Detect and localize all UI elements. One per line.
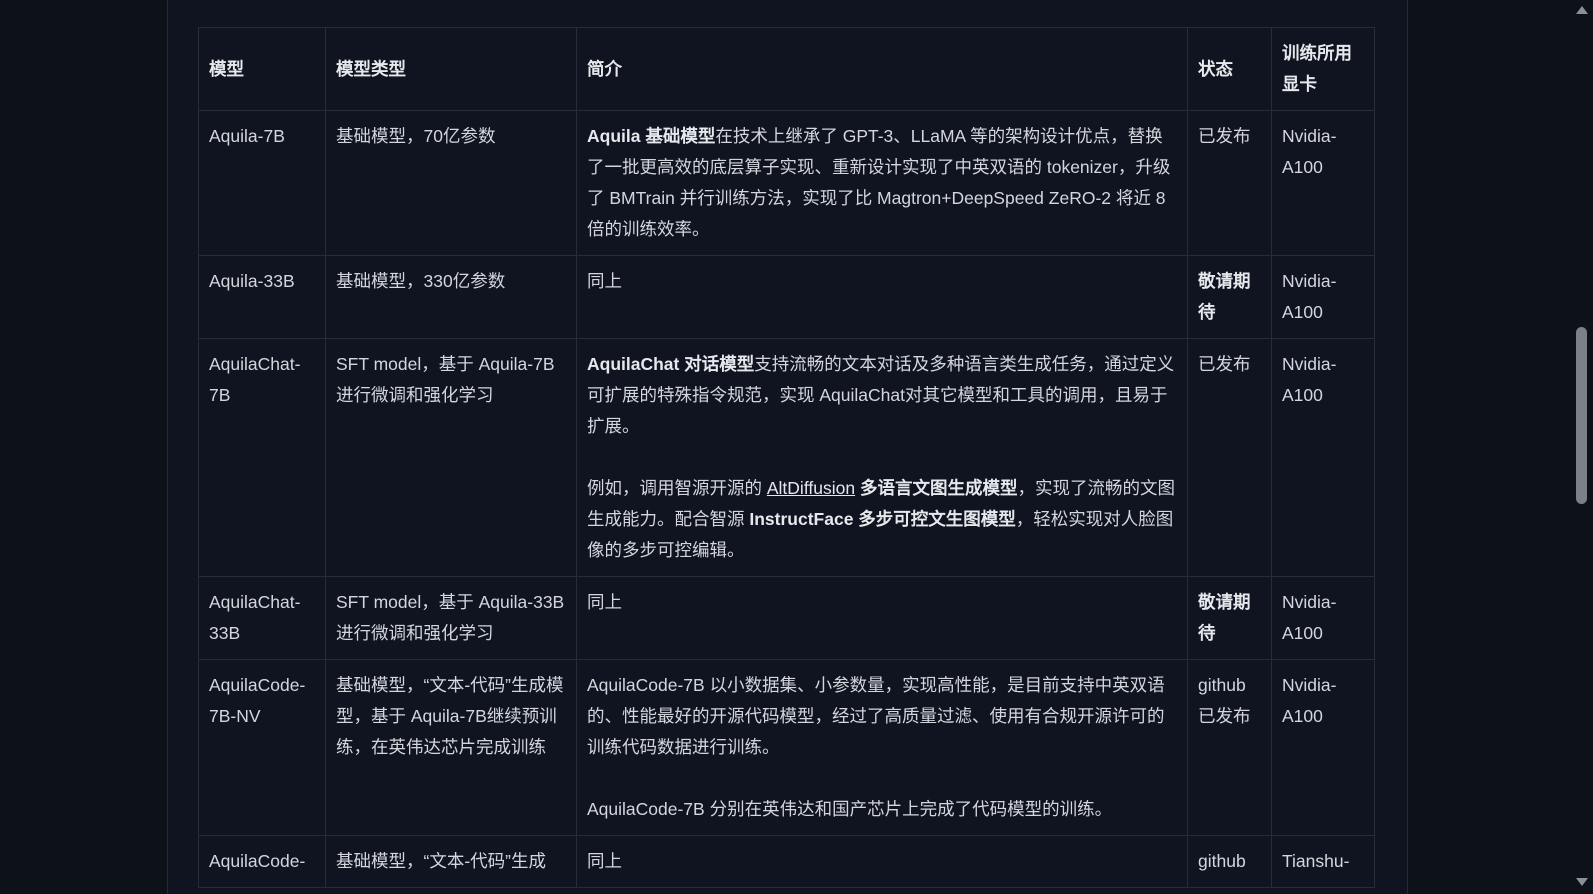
header-model: 模型 <box>198 27 326 111</box>
cell-gpu: Nvidia-A100 <box>1271 659 1375 836</box>
model-table-container: 模型 模型类型 简介 状态 训练所用显卡 Aquila-7B 基础模型，70亿参… <box>198 27 1375 888</box>
cell-intro: 同上 <box>576 576 1188 660</box>
header-intro: 简介 <box>576 27 1188 111</box>
cell-gpu: Nvidia-A100 <box>1271 576 1375 660</box>
cell-status: github 已发布 <box>1187 659 1272 836</box>
intro-p2-text: 例如，调用智源开源的 <box>587 478 767 498</box>
header-model-type: 模型类型 <box>325 27 577 111</box>
header-status: 状态 <box>1187 27 1272 111</box>
cell-model: Aquila-7B <box>198 110 326 256</box>
intro-p2-bold: InstructFace 多步可控文生图模型 <box>749 509 1016 529</box>
cell-intro: Aquila 基础模型在技术上继承了 GPT-3、LLaMA 等的架构设计优点，… <box>576 110 1188 256</box>
header-gpu: 训练所用显卡 <box>1271 27 1375 111</box>
cell-type: 基础模型，70亿参数 <box>325 110 577 256</box>
scroll-up-arrow-icon[interactable] <box>1576 6 1588 14</box>
cell-type: 基础模型，330亿参数 <box>325 255 577 339</box>
cell-model: AquilaChat-7B <box>198 338 326 577</box>
cell-intro: AquilaCode-7B 以小数据集、小参数量，实现高性能，是目前支持中英双语… <box>576 659 1188 836</box>
table-row: AquilaChat-7B SFT model，基于 Aquila-7B 进行微… <box>198 338 1375 577</box>
cell-status: 已发布 <box>1187 338 1272 577</box>
cell-gpu: Nvidia-A100 <box>1271 338 1375 577</box>
cell-type: 基础模型，“文本-代码”生成模型，基于 Aquila-7B继续预训练，在英伟达芯… <box>325 659 577 836</box>
cell-model: AquilaCode-7B-NV <box>198 659 326 836</box>
cell-type: SFT model，基于 Aquila-33B 进行微调和强化学习 <box>325 576 577 660</box>
cell-intro: 同上 <box>576 835 1188 888</box>
table-header-row: 模型 模型类型 简介 状态 训练所用显卡 <box>198 27 1375 111</box>
cell-gpu: Tianshu- <box>1271 835 1375 888</box>
scroll-down-arrow-icon[interactable] <box>1576 878 1588 886</box>
cell-type: SFT model，基于 Aquila-7B 进行微调和强化学习 <box>325 338 577 577</box>
table-row: Aquila-33B 基础模型，330亿参数 同上 敬请期待 Nvidia-A1… <box>198 255 1375 339</box>
cell-gpu: Nvidia-A100 <box>1271 255 1375 339</box>
cell-intro: 同上 <box>576 255 1188 339</box>
intro-p2-text: AquilaCode-7B 分别在英伟达和国产芯片上完成了代码模型的训练。 <box>587 799 1113 819</box>
cell-intro: AquilaChat 对话模型支持流畅的文本对话及多种语言类生成任务，通过定义可… <box>576 338 1188 577</box>
cell-status: 敬请期待 <box>1187 576 1272 660</box>
cell-status: 已发布 <box>1187 110 1272 256</box>
cell-status: github <box>1187 835 1272 888</box>
model-table: 模型 模型类型 简介 状态 训练所用显卡 Aquila-7B 基础模型，70亿参… <box>198 27 1375 888</box>
intro-bold: Aquila 基础模型 <box>587 126 716 146</box>
vertical-scrollbar[interactable] <box>1571 0 1593 894</box>
altdiffusion-link[interactable]: AltDiffusion <box>767 478 855 498</box>
table-row: AquilaCode- 基础模型，“文本-代码”生成 同上 github Tia… <box>198 835 1375 888</box>
table-row: AquilaCode-7B-NV 基础模型，“文本-代码”生成模型，基于 Aqu… <box>198 659 1375 836</box>
cell-status: 敬请期待 <box>1187 255 1272 339</box>
table-row: AquilaChat-33B SFT model，基于 Aquila-33B 进… <box>198 576 1375 660</box>
intro-text: AquilaCode-7B 以小数据集、小参数量，实现高性能，是目前支持中英双语… <box>587 675 1165 757</box>
cell-model: Aquila-33B <box>198 255 326 339</box>
intro-bold: AquilaChat 对话模型 <box>587 354 755 374</box>
scrollbar-thumb[interactable] <box>1576 327 1587 504</box>
intro-p2-bold: 多语言文图生成模型 <box>855 478 1018 498</box>
cell-type: 基础模型，“文本-代码”生成 <box>325 835 577 888</box>
cell-gpu: Nvidia-A100 <box>1271 110 1375 256</box>
table-row: Aquila-7B 基础模型，70亿参数 Aquila 基础模型在技术上继承了 … <box>198 110 1375 256</box>
cell-model: AquilaChat-33B <box>198 576 326 660</box>
cell-model: AquilaCode- <box>198 835 326 888</box>
